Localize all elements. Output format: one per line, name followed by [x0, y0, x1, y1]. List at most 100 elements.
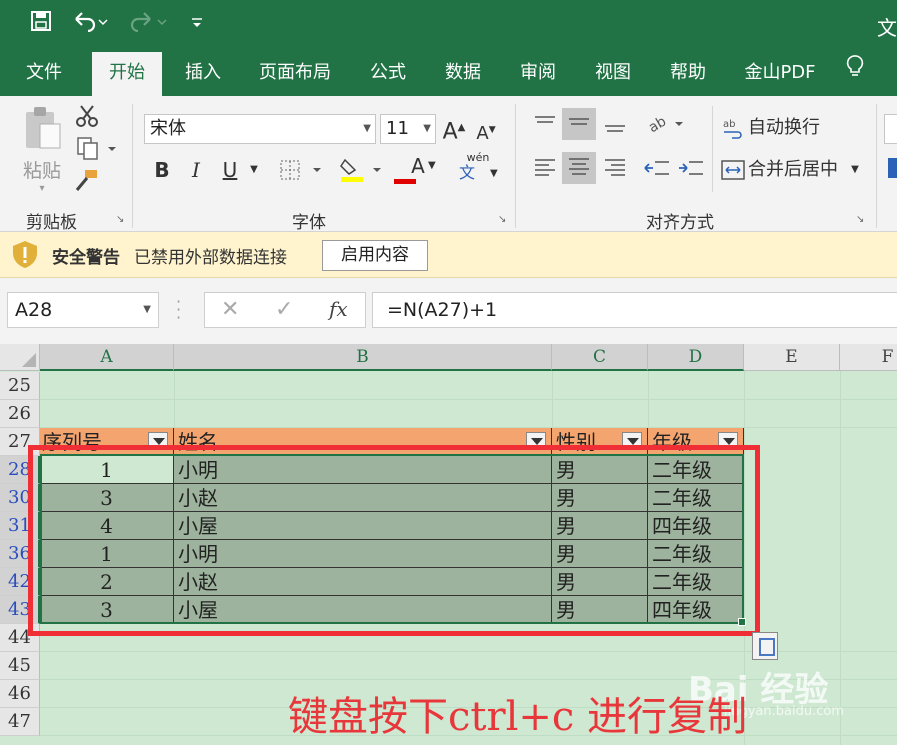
column-header-b[interactable]: B — [174, 344, 552, 371]
table-cell[interactable]: 小赵 — [174, 484, 552, 512]
clipboard-launcher-icon[interactable]: ↘ — [116, 214, 124, 225]
row-header[interactable]: 25 — [0, 372, 40, 400]
customize-icon[interactable] — [190, 10, 204, 38]
filter-dropdown-icon[interactable] — [148, 432, 168, 450]
chevron-down-icon[interactable]: ▼ — [848, 158, 862, 182]
table-header-cell[interactable]: 性别 — [552, 428, 648, 456]
splitter-handle[interactable]: · · · — [176, 294, 181, 326]
table-cell[interactable]: 二年级 — [648, 484, 744, 512]
enter-icon[interactable]: ✓ — [275, 297, 293, 322]
middle-align-icon[interactable] — [562, 108, 596, 140]
table-cell[interactable]: 小明 — [174, 540, 552, 568]
increase-font-size-icon[interactable]: A▲ — [442, 116, 466, 144]
row-header[interactable]: 31 — [0, 512, 40, 540]
row-header[interactable]: 45 — [0, 652, 40, 680]
fill-color-icon[interactable] — [338, 154, 386, 191]
row-header[interactable]: 26 — [0, 400, 40, 428]
decrease-font-size-icon[interactable]: A▼ — [474, 118, 498, 146]
table-cell[interactable]: 四年级 — [648, 512, 744, 540]
row-header[interactable]: 44 — [0, 624, 40, 652]
table-cell[interactable]: 二年级 — [648, 540, 744, 568]
align-left-icon[interactable] — [530, 154, 560, 189]
table-cell[interactable]: 小明 — [174, 456, 552, 484]
redo-icon[interactable] — [126, 10, 170, 38]
table-header-cell[interactable]: 年级 — [648, 428, 744, 456]
filter-dropdown-icon[interactable] — [718, 432, 738, 450]
table-cell[interactable]: 男 — [552, 596, 648, 624]
table-header-cell[interactable]: 序列号 — [40, 428, 174, 456]
table-cell[interactable]: 四年级 — [648, 596, 744, 624]
tab-home[interactable]: 开始 — [92, 52, 162, 96]
quick-analysis-icon[interactable] — [752, 632, 778, 660]
name-box[interactable]: A28 ▼ — [7, 292, 159, 328]
filter-dropdown-icon[interactable] — [526, 432, 546, 450]
table-header-cell[interactable]: 姓名 — [174, 428, 552, 456]
tab-data[interactable]: 数据 — [432, 50, 494, 96]
merge-center-button[interactable]: 合并后居中 — [748, 158, 838, 182]
top-align-icon[interactable] — [530, 112, 560, 143]
table-cell[interactable]: 男 — [552, 568, 648, 596]
tab-tell-me[interactable]: 操 — [846, 50, 897, 129]
save-icon[interactable] — [30, 10, 52, 38]
table-cell[interactable]: 男 — [552, 456, 648, 484]
table-cell[interactable]: 小屋 — [174, 596, 552, 624]
tab-formulas[interactable]: 公式 — [356, 50, 420, 96]
tab-insert[interactable]: 插入 — [172, 50, 234, 96]
tab-file[interactable]: 文件 — [14, 50, 74, 96]
align-center-icon[interactable] — [562, 152, 596, 184]
table-cell[interactable]: 男 — [552, 512, 648, 540]
orientation-icon[interactable]: ab — [644, 112, 690, 143]
enable-content-button[interactable]: 启用内容 — [322, 240, 428, 271]
column-header-e[interactable]: E — [744, 344, 840, 371]
number-format-select[interactable] — [884, 114, 897, 144]
row-header[interactable]: 30 — [0, 484, 40, 512]
increase-indent-icon[interactable] — [676, 154, 706, 189]
italic-button[interactable]: I — [184, 158, 208, 182]
table-cell[interactable]: 3 — [40, 484, 174, 512]
row-header[interactable]: 47 — [0, 708, 40, 736]
select-all-button[interactable] — [0, 344, 40, 371]
table-cell[interactable]: 男 — [552, 540, 648, 568]
row-header[interactable]: 27 — [0, 428, 40, 456]
wrap-text-button[interactable]: 自动换行 — [748, 116, 820, 140]
table-cell[interactable]: 小屋 — [174, 512, 552, 540]
table-cell[interactable]: 3 — [40, 596, 174, 624]
bold-button[interactable]: B — [150, 158, 174, 182]
fill-handle[interactable] — [738, 618, 746, 626]
table-cell[interactable]: 小赵 — [174, 568, 552, 596]
borders-icon[interactable] — [278, 158, 326, 189]
undo-icon[interactable] — [72, 10, 108, 38]
decrease-indent-icon[interactable] — [642, 154, 672, 189]
font-size-select[interactable]: 11 ▼ — [380, 114, 436, 144]
table-cell[interactable]: 2 — [40, 568, 174, 596]
tab-review[interactable]: 审阅 — [506, 50, 570, 96]
paste-button[interactable]: 粘贴 ▾ — [18, 104, 66, 194]
tab-help[interactable]: 帮助 — [656, 50, 720, 96]
column-header-a[interactable]: A — [40, 344, 174, 371]
table-cell[interactable]: 1 — [40, 540, 174, 568]
tab-page-layout[interactable]: 页面布局 — [246, 50, 344, 96]
table-cell[interactable]: 二年级 — [648, 568, 744, 596]
row-header[interactable]: 36 — [0, 540, 40, 568]
alignment-launcher-icon[interactable]: ↘ — [856, 214, 864, 225]
row-header[interactable]: 42 — [0, 568, 40, 596]
filter-dropdown-icon[interactable] — [622, 432, 642, 450]
tab-jinshan-pdf[interactable]: 金山PDF — [732, 50, 828, 96]
accounting-format-icon[interactable] — [888, 158, 897, 178]
row-header[interactable]: 46 — [0, 680, 40, 708]
copy-icon[interactable] — [74, 136, 120, 167]
column-header-d[interactable]: D — [648, 344, 744, 371]
chevron-down-icon[interactable]: ▼ — [248, 158, 260, 182]
column-header-f[interactable]: F — [840, 344, 897, 371]
tab-view[interactable]: 视图 — [582, 50, 644, 96]
column-header-c[interactable]: C — [552, 344, 648, 371]
row-header[interactable]: 43 — [0, 596, 40, 624]
table-cell[interactable]: 1 — [40, 456, 174, 484]
align-right-icon[interactable] — [600, 154, 630, 189]
insert-function-icon[interactable]: fx — [329, 297, 348, 321]
table-cell[interactable]: 4 — [40, 512, 174, 540]
underline-button[interactable]: U — [218, 158, 242, 182]
font-color-icon[interactable]: A ▼ — [394, 154, 442, 184]
formula-input[interactable]: =N(A27)+1 — [372, 292, 897, 328]
phonetic-icon[interactable]: wén 文 ▼ — [456, 152, 500, 182]
